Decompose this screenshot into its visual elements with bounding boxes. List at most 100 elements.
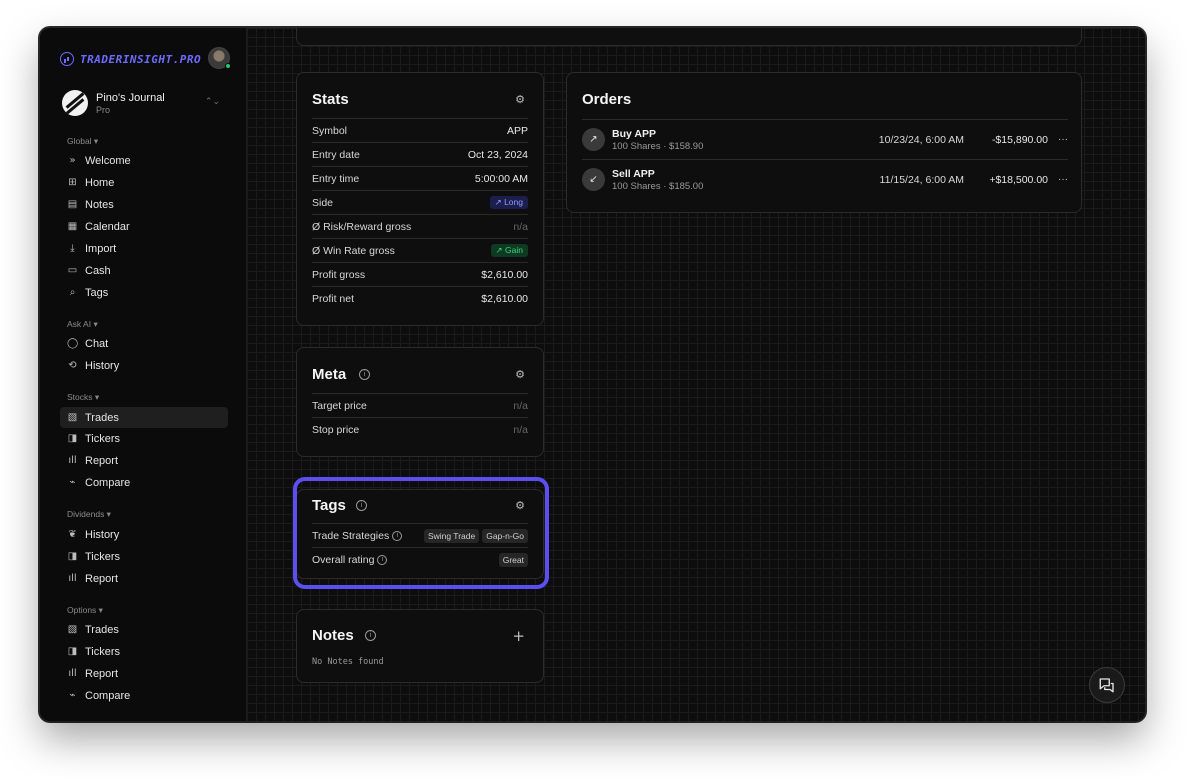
main-content: Stats ⚙ Symbol APP Entry date Oct 23, 2024 E… [246,28,1145,721]
info-icon[interactable]: i [365,630,376,641]
tags-highlight [293,477,549,589]
sidebar-item-label: Trades [85,623,119,636]
stats-row: Ø Risk/Reward gross n/a [312,214,528,238]
order-subtitle: 100 Shares · $158.90 [612,140,704,152]
stats-title: Stats [312,91,349,108]
sidebar-item-tickers[interactable]: ◨ Tickers [60,428,228,449]
journal-title: Pino's Journal [96,91,165,104]
sidebar-item-label: Tickers [85,432,121,445]
notes-card: Notes i + No Notes found [296,609,544,683]
order-subtitle: 100 Shares · $185.00 [612,180,704,192]
sidebar-item-label: Calendar [85,220,130,233]
more-options-icon[interactable]: ··· [1048,134,1068,145]
brand[interactable]: TRADERINSIGHT.PRO [60,52,201,66]
stats-row-label: Entry date [312,148,360,161]
meta-row-label: Stop price [312,423,360,436]
journal-plan: Pro [96,104,111,115]
order-date: 11/15/24, 6:00 AM [879,173,964,186]
stats-row-value: 5:00:00 AM [474,172,528,185]
stats-row-label: Ø Risk/Reward gross [312,220,412,233]
sidebar-item-label: Notes [85,198,114,211]
report-icon: ıll [68,573,77,584]
notes-title: Notes [312,627,354,644]
import-icon: ⤓ [70,243,75,254]
sidebar-item-label: Report [85,667,119,680]
stats-row: Symbol APP [312,118,528,142]
sidebar-item-report[interactable]: ıll Report [60,450,228,471]
sidebar-item-history[interactable]: ⟲ History [60,355,228,376]
sidebar-section-label[interactable]: Stocks ▾ [67,392,99,403]
arrow-down-left-icon: ↙ [582,168,605,191]
app-window: TRADERINSIGHT.PRO Pino's Journal Pro ⌃⌄ … [40,28,1145,721]
add-note-button[interactable]: + [512,627,525,645]
sidebar-item-welcome[interactable]: » Welcome [60,150,228,171]
sidebar-item-label: Welcome [85,154,131,167]
sidebar-item-trades[interactable]: ▧ Trades [60,619,228,640]
sidebar-section-label[interactable]: Global ▾ [67,136,98,147]
calendar-icon: ▦ [67,221,78,232]
compare-icon: ⌁ [69,690,76,701]
sidebar-item-compare[interactable]: ⌁ Compare [60,472,228,493]
stats-row: Entry date Oct 23, 2024 [312,142,528,166]
settings-icon[interactable]: ⚙ [515,93,525,106]
history-icon: ❦ [68,529,77,540]
sidebar-item-report[interactable]: ıll Report [60,568,228,589]
journal-switcher[interactable]: Pino's Journal Pro ⌃⌄ [62,88,224,118]
sidebar-item-compare[interactable]: ⌁ Compare [60,685,228,706]
sidebar-item-label: Compare [85,689,131,702]
sidebar-item-import[interactable]: ⤓ Import [60,238,228,259]
sidebar-item-label: History [85,528,120,541]
stats-row-label: Ø Win Rate gross [312,244,395,257]
meta-row-value[interactable]: n/a [513,400,528,412]
online-status-dot [225,63,231,69]
sidebar-item-trades[interactable]: ▧ Trades [60,407,228,428]
order-amount: -$15,890.00 [991,133,1048,146]
sidebar-section-label[interactable]: Dividends ▾ [67,509,111,520]
brand-name: TRADERINSIGHT.PRO [80,52,202,66]
home-icon: ⊞ [68,177,77,188]
stats-row-value: n/a [513,220,528,233]
settings-icon[interactable]: ⚙ [515,368,525,381]
sidebar-section-label[interactable]: Ask AI ▾ [67,319,98,330]
orders-card: Orders ↗ Buy APP 100 Shares · $158.90 10/23… [566,72,1082,213]
sidebar-item-home[interactable]: ⊞ Home [60,172,228,193]
win-rate-badge: ↗ Gain [490,244,528,257]
sidebar-item-notes[interactable]: ▤ Notes [60,194,228,215]
sidebar-item-history[interactable]: ❦ History [60,524,228,545]
tickers-icon: ◨ [67,551,78,562]
info-icon[interactable]: i [359,369,370,380]
sidebar-item-report[interactable]: ıll Report [60,663,228,684]
order-title: Buy APP [612,127,656,140]
sidebar-item-label: Tickers [85,645,121,658]
sidebar-item-tags[interactable]: ⌕ Tags [60,282,228,303]
sidebar-item-chat[interactable]: ◯ Chat [60,333,228,354]
meta-row: Target price n/a [312,393,528,417]
meta-row-value[interactable]: n/a [513,424,528,436]
sidebar-item-tickers[interactable]: ◨ Tickers [60,546,228,567]
sidebar-item-calendar[interactable]: ▦ Calendar [60,216,228,237]
tags-icon: ⌕ [69,287,76,298]
sidebar-item-label: Home [85,176,115,189]
trades-icon: ▧ [67,412,78,423]
sidebar: TRADERINSIGHT.PRO Pino's Journal Pro ⌃⌄ … [40,28,246,721]
order-row[interactable]: ↙ Sell APP 100 Shares · $185.00 11/15/24, 6… [582,159,1068,199]
sidebar-item-label: Tags [85,286,109,299]
sidebar-item-tickers[interactable]: ◨ Tickers [60,641,228,662]
chat-button[interactable] [1089,667,1125,703]
tickers-icon: ◨ [67,646,78,657]
avatar[interactable] [208,47,231,69]
sidebar-item-cash[interactable]: ▭ Cash [60,260,228,281]
chat-bubbles-icon [1099,678,1114,693]
stats-row-value: APP [506,124,528,137]
order-row[interactable]: ↗ Buy APP 100 Shares · $158.90 10/23/24, 6:… [582,119,1068,159]
welcome-icon: » [69,155,76,166]
orders-title: Orders [582,91,632,108]
stats-row: Profit net $2,610.00 [312,286,528,310]
meta-card: Meta i ⚙ Target price n/a Stop price n/a [296,347,544,457]
meta-row-label: Target price [312,399,367,412]
sidebar-item-label: Report [85,572,119,585]
stats-row-label: Profit net [312,292,355,305]
sidebar-item-label: History [85,359,120,372]
more-options-icon[interactable]: ··· [1048,174,1068,185]
sidebar-section-label[interactable]: Options ▾ [67,605,103,616]
